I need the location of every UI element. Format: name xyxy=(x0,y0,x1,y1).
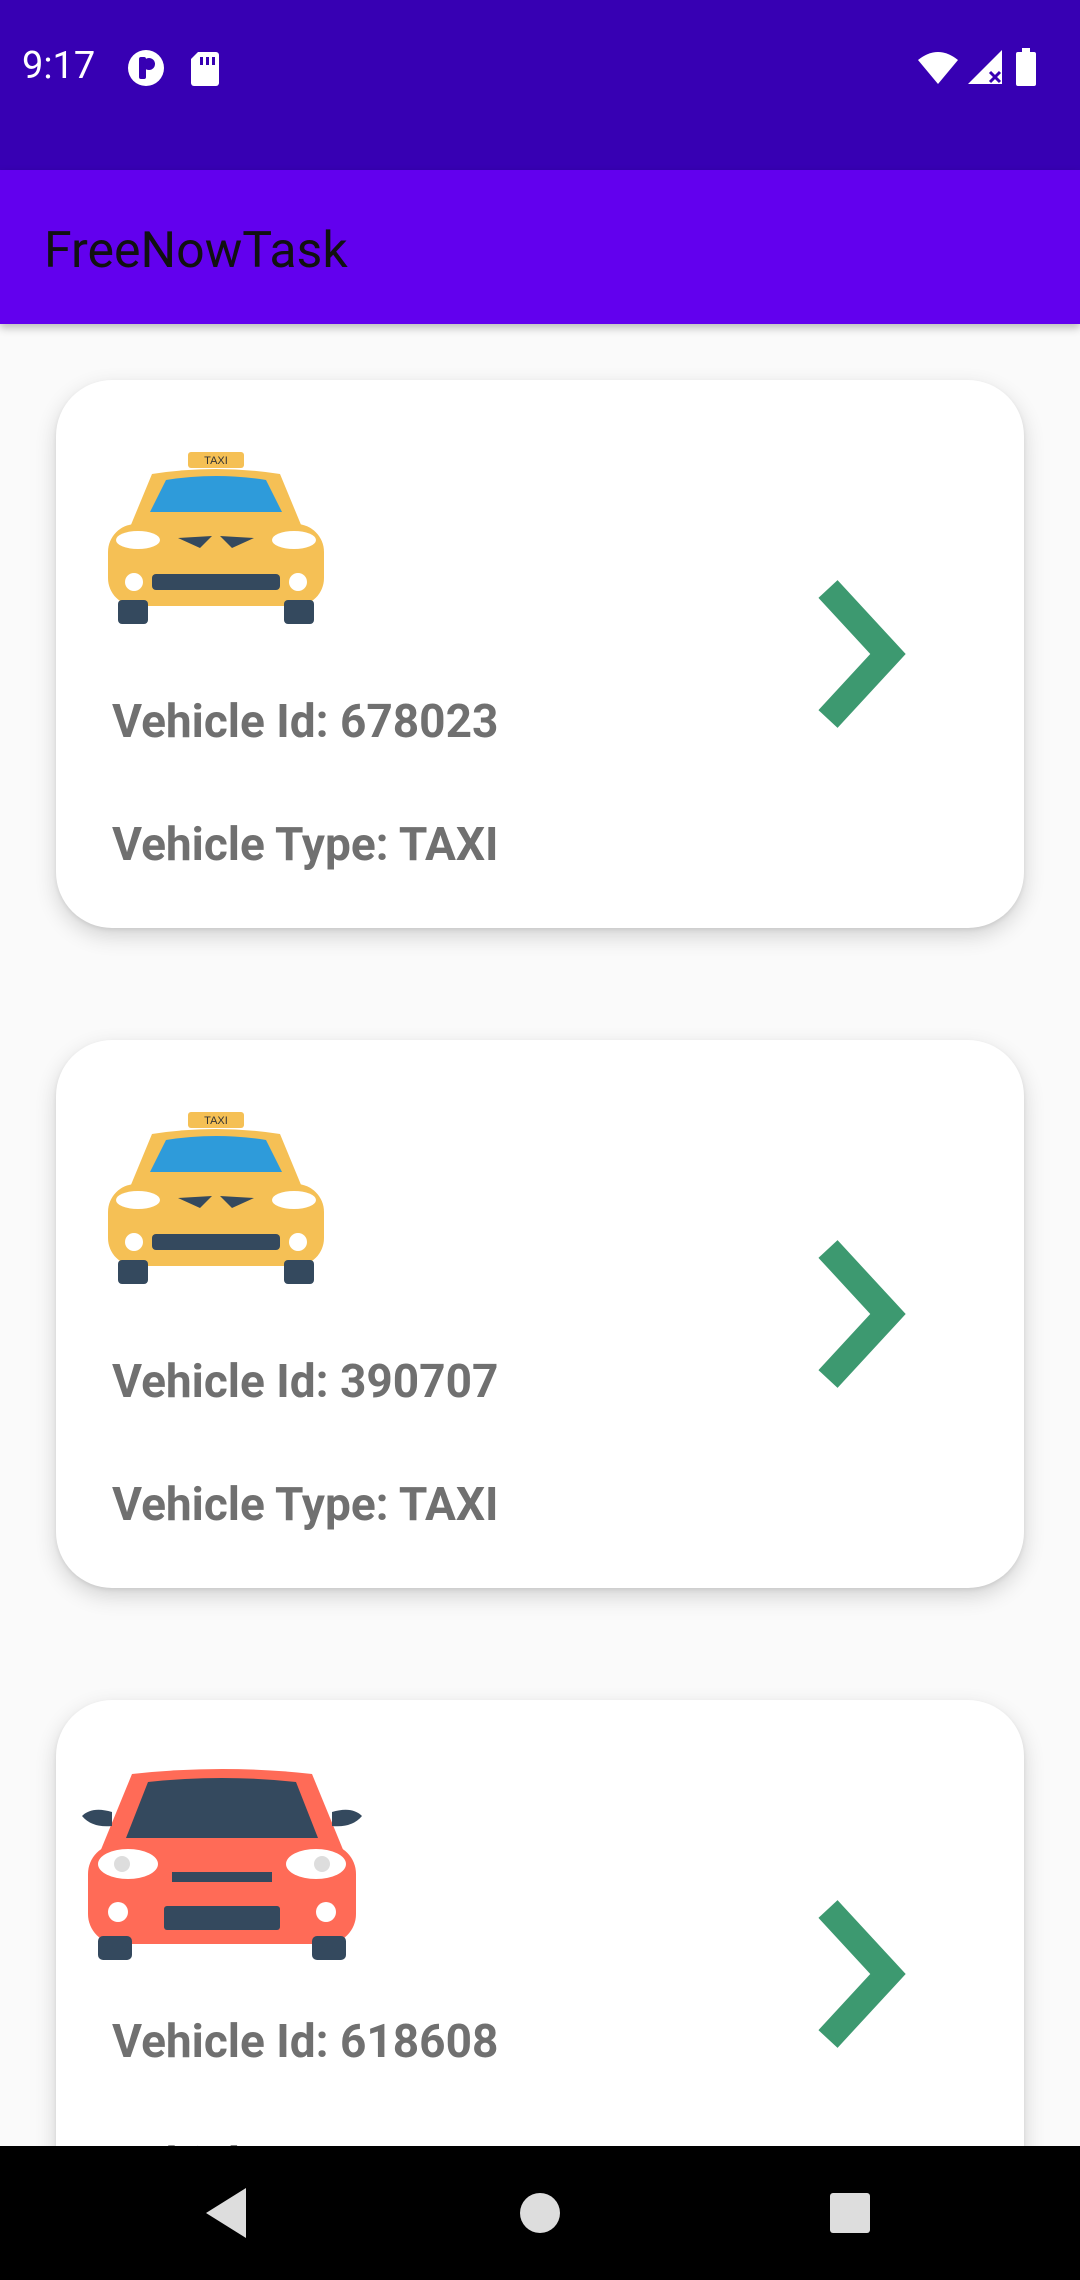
vehicle-id-label: Vehicle Id: 618608 xyxy=(112,2015,499,2069)
sd-card-icon xyxy=(191,52,219,86)
app-bar: FreeNowTask xyxy=(0,170,1080,324)
status-right-icons xyxy=(918,48,1058,92)
taxi-car-icon: TAXI xyxy=(108,1112,324,1284)
wifi-icon xyxy=(918,52,958,84)
vehicle-list[interactable]: TAXI Vehicle Id: 678023 Vehicle Type: TA… xyxy=(0,324,1080,2146)
recents-icon[interactable] xyxy=(828,2184,872,2242)
svg-text:TAXI: TAXI xyxy=(204,1115,228,1127)
status-left-icons xyxy=(128,48,238,92)
svg-text:TAXI: TAXI xyxy=(204,455,228,467)
vehicle-card[interactable]: Vehicle Id: 618608 Vehicle Type: POOLING xyxy=(56,1700,1024,2146)
vehicle-id-label: Vehicle Id: 390707 xyxy=(112,1355,499,1409)
chevron-right-icon[interactable] xyxy=(806,575,916,733)
vehicle-type-label: Vehicle Type: TAXI xyxy=(112,818,499,872)
home-icon[interactable] xyxy=(518,2184,562,2242)
navigation-bar xyxy=(0,2146,1080,2280)
chevron-right-icon[interactable] xyxy=(806,1235,916,1393)
back-icon[interactable] xyxy=(200,2184,252,2242)
app-title: FreeNowTask xyxy=(44,222,348,280)
status-time: 9:17 xyxy=(22,44,96,88)
battery-icon xyxy=(1016,48,1036,86)
vehicle-id-label: Vehicle Id: 678023 xyxy=(112,695,499,749)
signal-icon xyxy=(968,50,1002,84)
vehicle-type-label: Vehicle Type: POOLING xyxy=(112,2138,595,2146)
vehicle-type-label: Vehicle Type: TAXI xyxy=(112,1478,499,1532)
pooling-car-icon xyxy=(82,1769,362,1960)
chevron-right-icon[interactable] xyxy=(806,1895,916,2053)
vehicle-card[interactable]: TAXI Vehicle Id: 678023 Vehicle Type: TA… xyxy=(56,380,1024,928)
taxi-car-icon: TAXI xyxy=(108,452,324,624)
notification-app-icon xyxy=(128,50,164,86)
vehicle-card[interactable]: TAXI Vehicle Id: 390707 Vehicle Type: TA… xyxy=(56,1040,1024,1588)
status-bar: 9:17 xyxy=(0,0,1080,170)
